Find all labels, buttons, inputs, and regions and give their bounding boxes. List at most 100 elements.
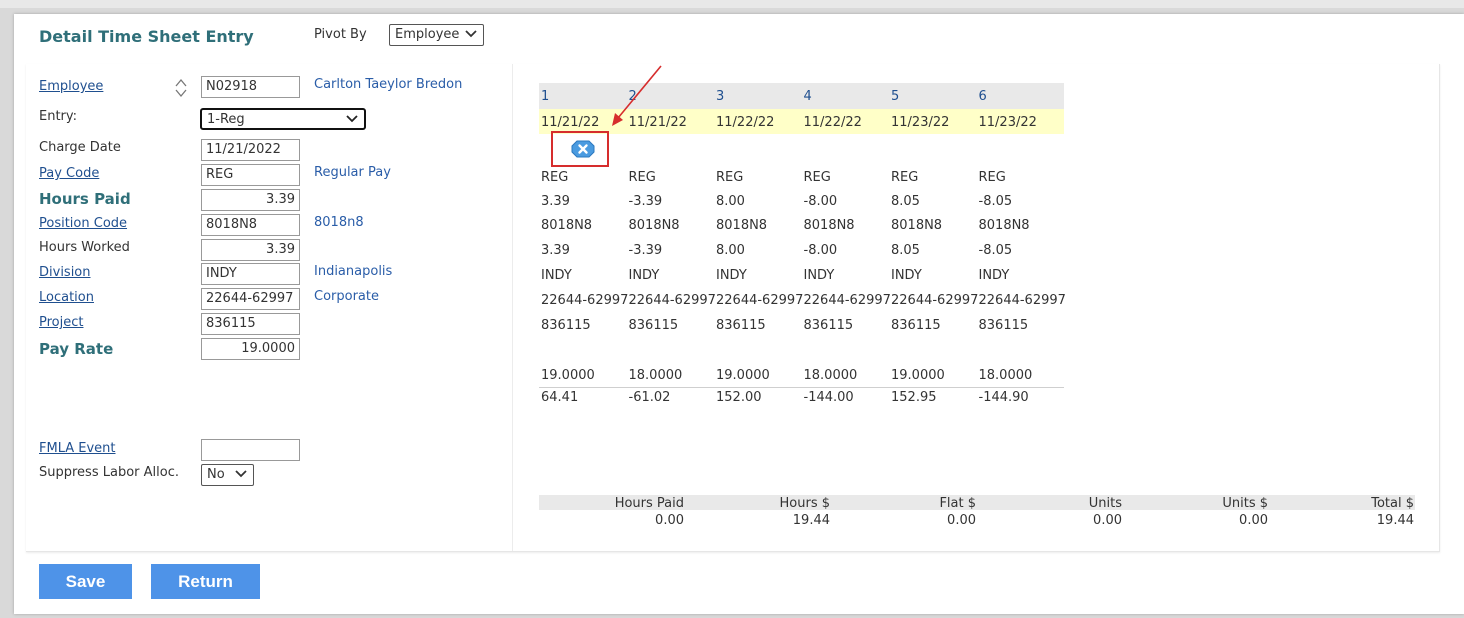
grid-cell: 836115	[803, 318, 854, 333]
panel-divider	[512, 64, 513, 551]
page-title: Detail Time Sheet Entry	[39, 27, 254, 46]
grid-cell: 836115	[891, 318, 941, 333]
grid-cell: 836115	[716, 318, 766, 333]
grid-cell: REG	[803, 170, 831, 185]
grid-cell: INDY	[978, 268, 1010, 283]
delete-entry-icon[interactable]	[571, 140, 595, 158]
grid-cell: -8.00	[803, 194, 838, 209]
position-code-input[interactable]: 8018N8	[201, 214, 300, 236]
save-button[interactable]: Save	[39, 564, 132, 599]
employee-link[interactable]: Employee	[39, 79, 103, 94]
grid-cell: 8018N8	[978, 218, 1030, 233]
grid-cell: 836115	[541, 318, 591, 333]
totals-value-cell: 0.00	[655, 513, 684, 528]
pay-rate-input[interactable]: 19.0000	[201, 338, 300, 360]
totals-header-cell: Units $	[1222, 496, 1268, 511]
grid-cell: 19.0000	[541, 368, 595, 383]
chevron-down-icon	[235, 470, 247, 478]
grid-cell: 8.00	[716, 194, 745, 209]
grid-column-number: 3	[716, 89, 725, 104]
grid-cell: INDY	[628, 268, 660, 283]
grid-cell: 8018N8	[716, 218, 768, 233]
entry-label: Entry:	[39, 109, 78, 124]
grid-cell: 64.41	[541, 390, 579, 405]
grid-cell: 8.05	[891, 243, 920, 258]
grid-cell: 22644-62997	[803, 293, 891, 308]
project-link[interactable]: Project	[39, 315, 83, 330]
totals-header-cell: Units	[1088, 496, 1122, 511]
location-input[interactable]: 22644-62997	[201, 288, 300, 310]
grid-column-number: 6	[978, 89, 987, 104]
grid-date-cell: 11/22/22	[803, 115, 862, 130]
totals-value-cell: 0.00	[1239, 513, 1268, 528]
totals-value-cell: 0.00	[947, 513, 976, 528]
grid-cell: REG	[716, 170, 744, 185]
grid-cell: 3.39	[541, 243, 570, 258]
suppress-labor-value: No	[207, 467, 225, 482]
fmla-event-input[interactable]	[201, 439, 300, 461]
hours-worked-input[interactable]: 3.39	[201, 239, 300, 261]
grid-date-cell: 11/23/22	[891, 115, 950, 130]
entry-value: 1-Reg	[207, 112, 245, 127]
pay-rate-label: Pay Rate	[39, 340, 114, 358]
totals-value-cell: 19.44	[1376, 513, 1414, 528]
grid-cell: 8018N8	[891, 218, 943, 233]
entry-select[interactable]: 1-Reg	[200, 108, 366, 130]
grid-cell: 19.0000	[716, 368, 770, 383]
pay-code-link[interactable]: Pay Code	[39, 166, 99, 181]
grid-cell: 8018N8	[541, 218, 593, 233]
return-button[interactable]: Return	[151, 564, 260, 599]
grid-cell: REG	[541, 170, 569, 185]
grid-cell: INDY	[541, 268, 572, 283]
grid-date-cell: 11/22/22	[716, 115, 775, 130]
chevron-down-icon	[346, 115, 358, 123]
grid-cell: INDY	[716, 268, 747, 283]
employee-input[interactable]: N02918	[201, 76, 300, 98]
grid-cell: -8.00	[803, 243, 838, 258]
sort-up-down-icon[interactable]	[174, 77, 188, 99]
position-code-link[interactable]: Position Code	[39, 216, 127, 231]
grid-cell: 22644-62997	[891, 293, 978, 308]
browser-top-strip	[0, 0, 1464, 8]
grid-cell: -3.39	[628, 243, 663, 258]
grid-cell: 836115	[628, 318, 679, 333]
grid-cell: -8.05	[978, 243, 1013, 258]
grid-cell: REG	[891, 170, 919, 185]
totals-value-cell: 19.44	[792, 513, 830, 528]
fmla-event-link[interactable]: FMLA Event	[39, 441, 116, 456]
grid-cell: 152.95	[891, 390, 937, 405]
grid-cell: 18.0000	[628, 368, 683, 383]
division-link[interactable]: Division	[39, 265, 91, 280]
grid-cell: -8.05	[978, 194, 1013, 209]
grid-cell: 22644-62997	[628, 293, 716, 308]
pay-code-desc: Regular Pay	[314, 165, 391, 180]
grid-cell: 18.0000	[978, 368, 1033, 383]
grid-cell: 8.00	[716, 243, 745, 258]
charge-date-input[interactable]: 11/21/2022	[201, 139, 300, 161]
division-input[interactable]: INDY	[201, 263, 300, 285]
grid-cell: 152.00	[716, 390, 762, 405]
project-input[interactable]: 836115	[201, 313, 300, 335]
employee-name: Carlton Taeylor Bredon	[314, 77, 463, 92]
grid-cell: 8.05	[891, 194, 920, 209]
division-desc: Indianapolis	[314, 264, 393, 279]
pay-code-input[interactable]: REG	[201, 164, 300, 186]
hours-worked-label: Hours Worked	[39, 240, 130, 255]
grid-cell: 22644-62997	[978, 293, 1066, 308]
grid-cell: -144.90	[978, 390, 1029, 405]
grid-total-separator	[539, 387, 1064, 388]
totals-header-cell: Hours $	[779, 496, 831, 511]
pivot-by-select[interactable]: Employee	[389, 24, 484, 46]
time-sheet-page: Detail Time Sheet Entry Pivot By Employe…	[14, 14, 1464, 614]
grid-cell: 8018N8	[628, 218, 680, 233]
location-desc: Corporate	[314, 289, 379, 304]
grid-cell: 19.0000	[891, 368, 945, 383]
suppress-labor-select[interactable]: No	[201, 464, 254, 486]
grid-cell: INDY	[803, 268, 835, 283]
pivot-by-value: Employee	[395, 27, 460, 42]
grid-cell: 18.0000	[803, 368, 858, 383]
grid-cell: 3.39	[541, 194, 570, 209]
annotation-arrow-icon	[612, 65, 662, 126]
hours-paid-input[interactable]: 3.39	[201, 189, 300, 211]
location-link[interactable]: Location	[39, 290, 94, 305]
